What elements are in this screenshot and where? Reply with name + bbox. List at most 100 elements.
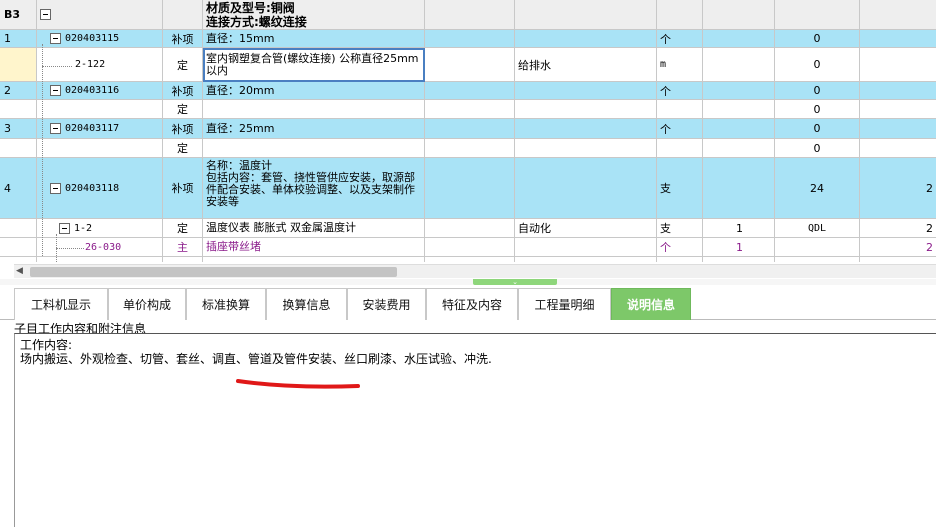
table-row[interactable]: 4 020403118 补项 名称：温度计 包括内容：套管、挠性管供应安装，取源…	[0, 158, 936, 219]
code-cell[interactable]	[37, 139, 163, 158]
specialty-cell[interactable]	[515, 139, 657, 158]
tab-standard-conversion[interactable]: 标准换算	[186, 288, 266, 320]
unit-cell[interactable]: 个	[657, 119, 703, 139]
code-cell[interactable]: 2-122	[37, 48, 163, 82]
collapse-toggle-icon[interactable]	[50, 123, 61, 134]
unit-cell[interactable]: 个	[657, 238, 703, 257]
code2-cell[interactable]: 0	[775, 100, 860, 119]
collapse-toggle-icon[interactable]	[50, 33, 61, 44]
unit-cell[interactable]: 支	[657, 219, 703, 238]
desc-cell[interactable]	[203, 100, 425, 119]
code2-cell[interactable]: 0	[775, 119, 860, 139]
qty-cell[interactable]	[703, 48, 775, 82]
cell	[425, 139, 515, 158]
code2-cell[interactable]: 0	[775, 30, 860, 48]
work-content-text: 场内搬运、外观检查、切管、套丝、调直、管道及管件安装、丝口刷漆、水压试验、冲洗.	[20, 352, 492, 366]
tab-features-content[interactable]: 特征及内容	[426, 288, 518, 320]
cell	[860, 257, 936, 262]
splitter-grip-icon[interactable]: ⌄	[473, 279, 557, 286]
panel-splitter[interactable]: ⌄	[0, 279, 936, 286]
specialty-cell[interactable]: 给排水	[515, 48, 657, 82]
code-cell[interactable]: 020403118	[37, 158, 163, 219]
work-content-textarea[interactable]: 工作内容: 场内搬运、外观检查、切管、套丝、调直、管道及管件安装、丝口刷漆、水压…	[14, 333, 936, 527]
qty-cell[interactable]	[703, 82, 775, 100]
qty-cell[interactable]	[703, 158, 775, 219]
tab-unit-price[interactable]: 单价构成	[108, 288, 186, 320]
last-cell[interactable]: 2	[860, 238, 936, 257]
tab-description-info[interactable]: 说明信息	[611, 288, 691, 320]
code-cell[interactable]: 020403115	[37, 30, 163, 48]
code2-cell[interactable]: QDL	[775, 219, 860, 238]
desc-cell[interactable]: 直径：25mm	[203, 119, 425, 139]
qty-cell[interactable]: 1	[703, 238, 775, 257]
table-row[interactable]: 2-122 定 室内钢塑复合管(螺纹连接) 公称直径25mm以内 给排水 m 0	[0, 48, 936, 82]
qty-cell[interactable]	[703, 30, 775, 48]
desc-cell-selected[interactable]: 室内钢塑复合管(螺纹连接) 公称直径25mm以内	[203, 48, 425, 82]
unit-cell[interactable]: 个	[657, 30, 703, 48]
last-cell[interactable]: 2	[860, 158, 936, 219]
specialty-cell[interactable]	[515, 158, 657, 219]
desc-cell[interactable]: 直径：15mm	[203, 30, 425, 48]
table-row[interactable]: 1 020403115 补项 直径：15mm 个 0	[0, 30, 936, 48]
qty-cell[interactable]: 1	[703, 219, 775, 238]
last-cell[interactable]	[860, 48, 936, 82]
unit-cell[interactable]	[657, 100, 703, 119]
scroll-left-icon[interactable]: ◀	[16, 266, 23, 276]
desc-cell[interactable]: 名称：温度计 包括内容：套管、挠性管供应安装，取源部件配合安装、单体校验调整、以…	[203, 158, 425, 219]
table-row[interactable]: 定 0	[0, 100, 936, 119]
code2-cell[interactable]: 24	[775, 158, 860, 219]
table-row[interactable]: 26-030 主 插座带丝堵 个 1 2	[0, 238, 936, 257]
table-row[interactable]: 定 0	[0, 139, 936, 158]
qty-cell[interactable]	[703, 119, 775, 139]
last-cell[interactable]: 2	[860, 219, 936, 238]
code-cell[interactable]	[37, 100, 163, 119]
scrollbar-thumb[interactable]	[30, 267, 397, 277]
cell	[425, 257, 515, 262]
horizontal-scrollbar[interactable]: ◀	[14, 264, 936, 278]
last-cell[interactable]	[860, 82, 936, 100]
code2-cell[interactable]	[775, 238, 860, 257]
unit-cell[interactable]: m	[657, 48, 703, 82]
specialty-cell[interactable]	[515, 238, 657, 257]
table-row[interactable]: 3 020403117 补项 直径：25mm 个 0	[0, 119, 936, 139]
collapse-toggle-icon[interactable]	[50, 182, 61, 194]
code-cell[interactable]	[37, 0, 163, 30]
code2-cell[interactable]: 0	[775, 82, 860, 100]
code-cell[interactable]: 020403117	[37, 119, 163, 139]
desc-cell[interactable]: 材质及型号:铜阀 连接方式:螺纹连接	[203, 0, 425, 30]
specialty-cell[interactable]	[515, 82, 657, 100]
code2-cell[interactable]: 0	[775, 48, 860, 82]
last-cell[interactable]	[860, 139, 936, 158]
tab-label: 特征及内容	[441, 298, 502, 312]
collapse-toggle-icon[interactable]	[50, 85, 61, 96]
unit-cell[interactable]: 支	[657, 158, 703, 219]
collapse-toggle-icon[interactable]	[40, 9, 51, 20]
last-cell[interactable]	[860, 30, 936, 48]
table-row[interactable]: 2 020403116 补项 直径：20mm 个 0	[0, 82, 936, 100]
table-row-clipped[interactable]	[0, 257, 936, 262]
table-row[interactable]: 1-2 定 温度仪表 膨胀式 双金属温度计 自动化 支 1 QDL 2	[0, 219, 936, 238]
last-cell[interactable]	[860, 100, 936, 119]
unit-cell[interactable]	[657, 139, 703, 158]
specialty-cell[interactable]	[515, 119, 657, 139]
code2-cell[interactable]: 0	[775, 139, 860, 158]
tab-quantity-detail[interactable]: 工程量明细	[518, 288, 611, 320]
specialty-cell[interactable]	[515, 30, 657, 48]
tab-install-fee[interactable]: 安装费用	[347, 288, 426, 320]
code-cell[interactable]: 020403116	[37, 82, 163, 100]
qty-cell[interactable]	[703, 139, 775, 158]
desc-cell[interactable]	[203, 139, 425, 158]
specialty-cell[interactable]: 自动化	[515, 219, 657, 238]
desc-cell[interactable]: 温度仪表 膨胀式 双金属温度计	[203, 219, 425, 238]
row-number: 4	[0, 158, 37, 219]
grid-row-header[interactable]: B3 材质及型号:铜阀 连接方式:螺纹连接	[0, 0, 936, 30]
unit-cell[interactable]: 个	[657, 82, 703, 100]
specialty-cell[interactable]	[515, 100, 657, 119]
tab-material-machine[interactable]: 工料机显示	[14, 288, 108, 320]
collapse-toggle-icon[interactable]	[59, 222, 70, 234]
qty-cell[interactable]	[703, 100, 775, 119]
tab-conversion-info[interactable]: 换算信息	[266, 288, 347, 320]
last-cell[interactable]	[860, 119, 936, 139]
desc-cell[interactable]: 直径：20mm	[203, 82, 425, 100]
desc-cell[interactable]: 插座带丝堵	[203, 238, 425, 257]
